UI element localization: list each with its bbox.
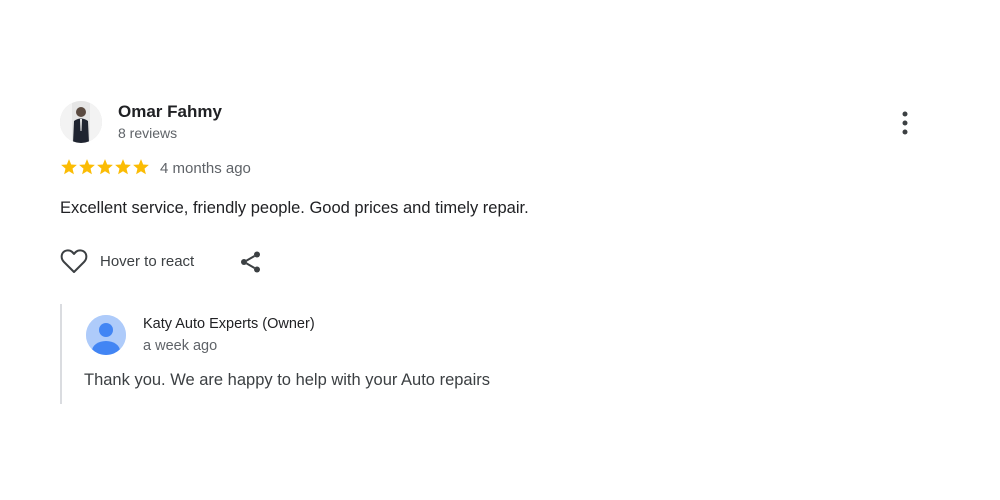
star-rating	[60, 158, 150, 176]
react-button[interactable]: Hover to react	[60, 248, 194, 274]
reviewer-review-count[interactable]: 8 reviews	[118, 125, 177, 141]
star-icon	[97, 159, 113, 175]
share-button[interactable]	[239, 250, 263, 274]
owner-reply-text: Thank you. We are happy to help with you…	[84, 371, 491, 389]
more-options-button[interactable]	[894, 108, 916, 138]
owner-name: Katy Auto Experts (Owner)	[143, 316, 315, 332]
reviewer-avatar[interactable]	[60, 101, 102, 143]
owner-reply: Katy Auto Experts (Owner) a week ago Tha…	[60, 304, 660, 404]
review-text: Excellent service, friendly people. Good…	[60, 199, 529, 217]
star-icon	[133, 159, 149, 175]
reviewer-photo	[60, 101, 102, 143]
star-icon	[61, 159, 77, 175]
share-icon	[241, 251, 260, 273]
heart-outline-icon	[60, 249, 88, 273]
owner-avatar[interactable]	[86, 315, 126, 355]
star-icon	[79, 159, 95, 175]
star-icon	[115, 159, 131, 175]
reviewer-name[interactable]: Omar Fahmy	[118, 102, 222, 122]
more-vert-icon	[902, 111, 908, 135]
person-icon	[86, 315, 126, 355]
react-label: Hover to react	[100, 252, 195, 270]
owner-reply-date: a week ago	[143, 338, 218, 354]
review-date: 4 months ago	[160, 160, 251, 177]
